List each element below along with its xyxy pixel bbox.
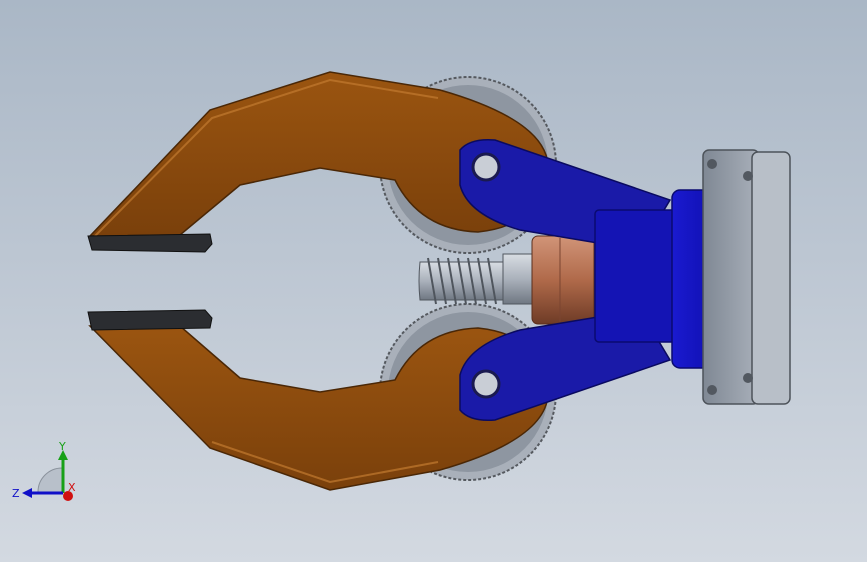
upper-pin xyxy=(471,152,501,182)
x-axis-label: X xyxy=(68,481,76,494)
worm-screw[interactable] xyxy=(418,253,536,305)
mounting-flange[interactable] xyxy=(702,149,791,405)
lower-pin xyxy=(471,369,501,399)
z-axis-arrow xyxy=(22,488,32,498)
upper-pad xyxy=(87,233,213,253)
z-axis-label: Z xyxy=(12,487,20,500)
lower-pad xyxy=(87,309,213,331)
graphics-viewport[interactable]: Y Z X xyxy=(0,0,867,562)
bushing xyxy=(531,235,595,325)
gripper-model[interactable] xyxy=(0,0,867,562)
y-axis-label: Y xyxy=(58,440,66,453)
coordinate-triad-icon: Y Z X xyxy=(12,440,76,501)
